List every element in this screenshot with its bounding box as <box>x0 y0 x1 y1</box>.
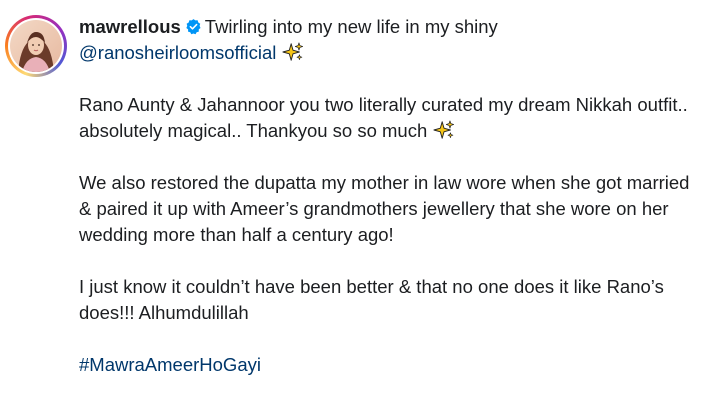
caption-paragraph-1: mawrellous Twirling into my new life in m… <box>79 14 699 66</box>
sparkles-emoji-icon <box>433 119 455 141</box>
caption-paragraph-4: I just know it couldn’t have been better… <box>79 276 664 323</box>
caption-intro-text: Twirling into my new life in my shiny <box>204 16 498 37</box>
author-username[interactable]: mawrellous <box>79 16 181 37</box>
profile-photo-icon <box>10 20 62 72</box>
sparkles-emoji-icon <box>282 41 304 63</box>
verified-badge-icon <box>185 16 202 35</box>
caption-paragraph-2-text: Rano Aunty & Jahannoor you two literally… <box>79 94 688 141</box>
avatar[interactable] <box>5 15 67 77</box>
avatar-ring-gap <box>8 18 64 74</box>
caption-paragraph-3: We also restored the dupatta my mother i… <box>79 172 690 245</box>
caption-paragraph-2: Rano Aunty & Jahannoor you two literally… <box>79 92 699 144</box>
mention-link[interactable]: @ranosheirloomsofficial <box>79 42 276 63</box>
instagram-post-caption: mawrellous Twirling into my new life in m… <box>0 0 712 404</box>
caption-hashtag-line: #MawraAmeerHoGayi <box>79 352 699 378</box>
hashtag-link[interactable]: #MawraAmeerHoGayi <box>79 354 261 375</box>
post-caption: mawrellous Twirling into my new life in m… <box>79 14 699 378</box>
